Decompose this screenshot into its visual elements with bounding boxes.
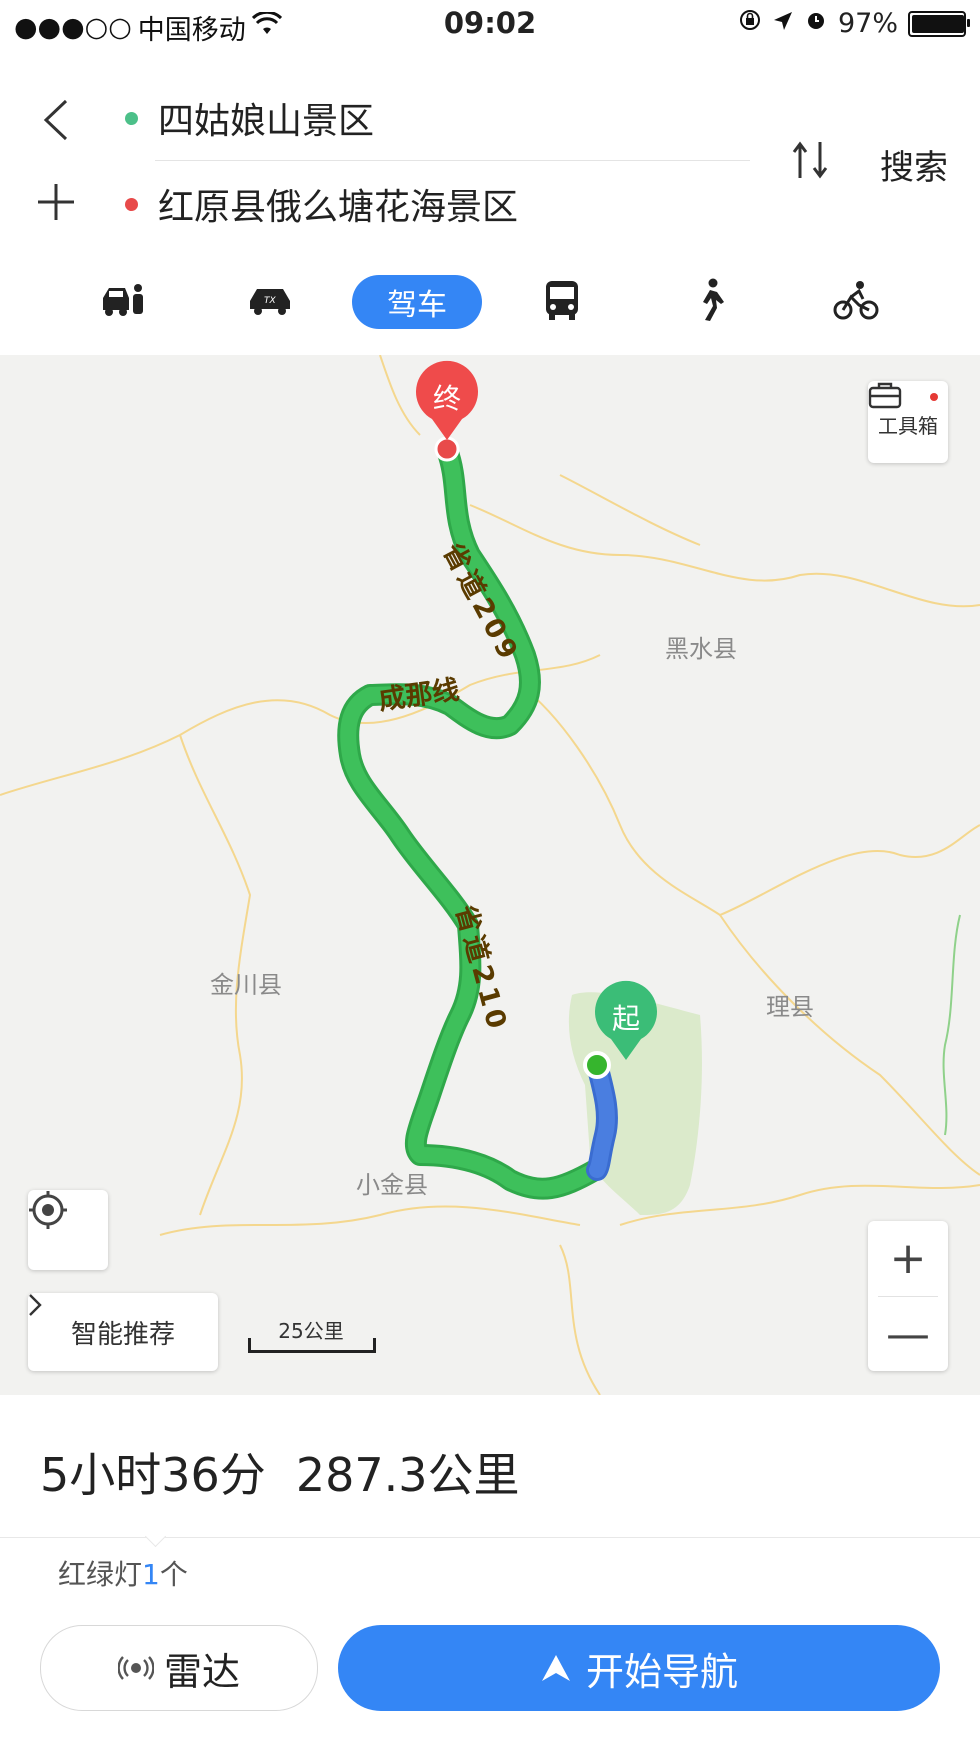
notification-badge: [930, 393, 938, 401]
location-arrow-icon: [772, 8, 794, 39]
start-point-dot: [583, 1051, 611, 1079]
swap-icon[interactable]: [788, 138, 832, 182]
back-icon[interactable]: [38, 95, 74, 145]
taxi-icon[interactable]: TX: [240, 275, 300, 325]
town-jinchuan: 金川县: [210, 971, 282, 999]
walk-icon[interactable]: [680, 275, 740, 325]
chevron-right-icon: [29, 1294, 42, 1316]
end-dot: [125, 197, 138, 211]
end-marker-label[interactable]: 终: [417, 377, 477, 417]
radar-label: 雷达: [163, 1649, 240, 1694]
add-waypoint-icon[interactable]: [34, 180, 78, 224]
scale-bar: 25公里: [246, 1315, 376, 1355]
field-divider: [155, 160, 750, 161]
start-marker-label[interactable]: 起: [596, 997, 656, 1037]
end-location-field[interactable]: 红原县俄么塘花海景区: [125, 178, 518, 230]
smart-recommend-button[interactable]: 智能推荐: [28, 1293, 218, 1371]
car-share-icon[interactable]: [94, 275, 154, 325]
zoom-controls: + —: [868, 1221, 948, 1371]
start-dot: [125, 111, 138, 125]
navigation-arrow-icon: [541, 1655, 570, 1681]
svg-text:TX: TX: [264, 296, 276, 306]
transport-mode-tabs: TX 驾车: [0, 260, 980, 340]
locate-icon: [29, 1191, 67, 1229]
town-xiaojin: 小金县: [356, 1171, 428, 1199]
battery-icon: [908, 10, 970, 37]
summary-pointer: [144, 1525, 167, 1548]
map-canvas: [0, 355, 980, 1395]
start-navigation-label: 开始导航: [585, 1649, 738, 1694]
route-distance: 287.3公里: [295, 1448, 520, 1502]
start-location-text: 四姑娘山景区: [158, 101, 375, 142]
start-navigation-button[interactable]: 开始导航: [338, 1625, 940, 1711]
smart-recommend-label: 智能推荐: [70, 1319, 175, 1350]
route-duration: 5小时36分: [40, 1448, 266, 1502]
boundary-lines: [0, 355, 980, 1395]
search-button[interactable]: 搜索: [880, 140, 948, 189]
status-bar: ●●●○○ 中国移动 09:02 97%: [0, 0, 980, 50]
locate-button[interactable]: [28, 1190, 108, 1270]
bus-icon[interactable]: [532, 275, 592, 325]
zoom-out-button[interactable]: —: [868, 1297, 948, 1372]
radar-icon: [117, 1656, 154, 1680]
alarm-icon: [804, 8, 828, 39]
radar-button[interactable]: 雷达: [40, 1625, 318, 1711]
zoom-in-button[interactable]: +: [868, 1221, 948, 1296]
rotation-lock-icon: [738, 8, 762, 39]
end-point-dot: [434, 436, 460, 462]
toolbox-button[interactable]: 工具箱: [868, 381, 948, 463]
battery-percent: 97%: [837, 8, 898, 39]
toolbox-label: 工具箱: [878, 413, 938, 438]
route-header: 四姑娘山景区 红原县俄么塘花海景区 搜索: [0, 50, 980, 250]
route-summary[interactable]: 5小时36分 287.3公里: [0, 1397, 980, 1548]
traffic-light-count: 红绿灯1个: [58, 1558, 188, 1591]
route-map[interactable]: 终 起 省道209 成那线 省道210 黑水县 金川县 理县 小金县 工具箱 智…: [0, 355, 980, 1395]
town-heishui: 黑水县: [665, 635, 737, 663]
town-lixian: 理县: [766, 993, 814, 1021]
bike-icon[interactable]: [826, 275, 886, 325]
toolbox-icon: [868, 382, 902, 409]
start-location-field[interactable]: 四姑娘山景区: [125, 92, 374, 144]
end-location-text: 红原县俄么塘花海景区: [158, 187, 519, 228]
tab-drive[interactable]: 驾车: [352, 275, 482, 329]
